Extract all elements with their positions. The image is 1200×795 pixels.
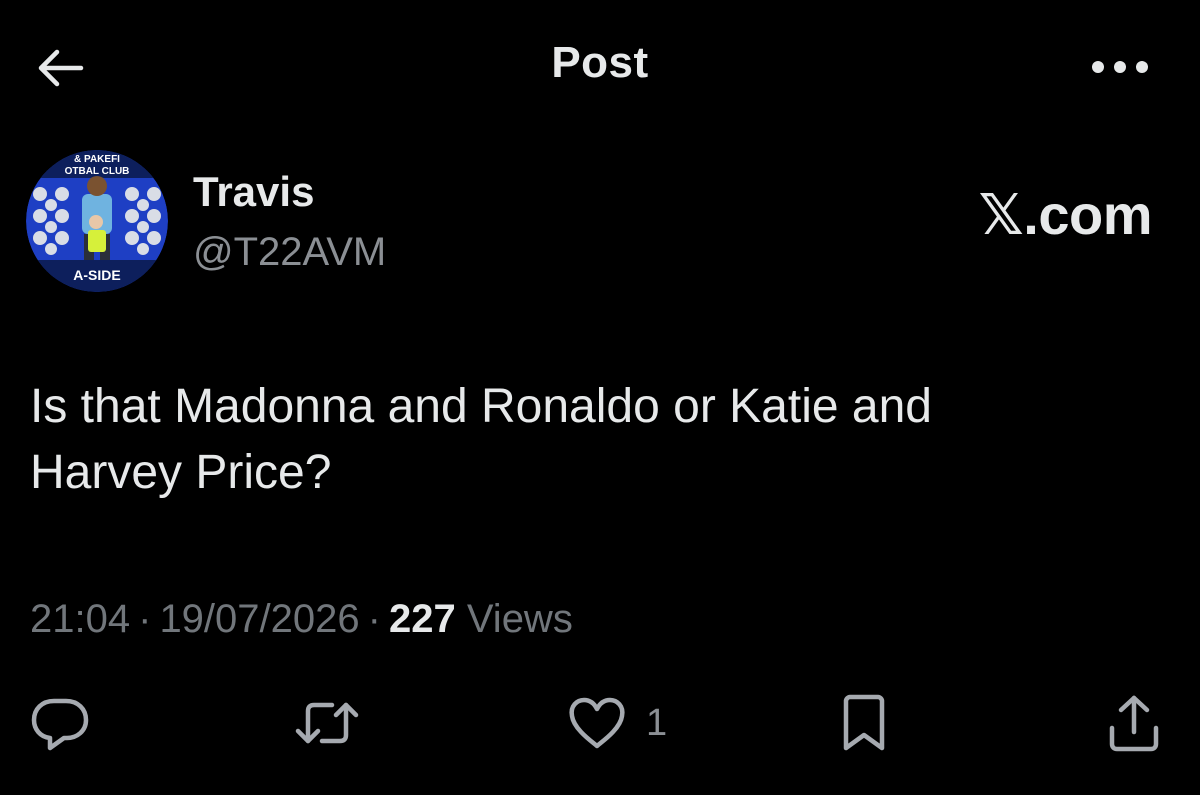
post-text: Is that Madonna and Ronaldo or Katie and… (30, 374, 1150, 506)
share-icon (1109, 695, 1159, 752)
post-meta: 21:04 · 19/07/2026 · 227 Views (30, 597, 573, 642)
more-options-button[interactable] (1088, 50, 1152, 84)
like-count: 1 (646, 701, 668, 744)
repost-icon (295, 702, 359, 744)
author-handle[interactable]: @T22AVM (193, 230, 386, 275)
bookmark-icon (843, 694, 885, 751)
like-icon (569, 697, 625, 749)
views-count: 227 (388, 597, 456, 641)
like-button[interactable]: 1 (566, 688, 667, 758)
views-label: Views (466, 597, 573, 641)
author-name[interactable]: Travis (193, 168, 314, 216)
post-date[interactable]: 19/07/2026 (159, 597, 359, 641)
post-text-line-2: Harvey Price? (30, 446, 332, 499)
svg-text:A-SIDE: A-SIDE (73, 267, 120, 283)
post-time[interactable]: 21:04 (30, 597, 130, 641)
page-title: Post (551, 38, 649, 87)
share-button[interactable] (1104, 688, 1164, 758)
meta-separator: · (367, 597, 381, 641)
x-watermark: 𝕏.com (978, 183, 1153, 246)
action-bar: 1 (0, 688, 1200, 758)
reply-button[interactable] (28, 688, 92, 758)
post-page: Post & PAKEFI OTBAL CLUB A-SIDE Travis @… (0, 0, 1200, 795)
svg-text:OTBAL CLUB: OTBAL CLUB (65, 166, 130, 177)
post-text-line-1: Is that Madonna and Ronaldo or Katie and (30, 380, 932, 433)
bookmark-button[interactable] (836, 688, 892, 758)
avatar[interactable]: & PAKEFI OTBAL CLUB A-SIDE (26, 150, 168, 292)
more-horizontal-icon (1092, 61, 1148, 73)
meta-separator: · (138, 597, 152, 641)
svg-text:& PAKEFI: & PAKEFI (74, 154, 120, 165)
avatar-image: & PAKEFI OTBAL CLUB A-SIDE (26, 150, 168, 292)
repost-button[interactable] (294, 688, 360, 758)
reply-icon (31, 698, 89, 751)
